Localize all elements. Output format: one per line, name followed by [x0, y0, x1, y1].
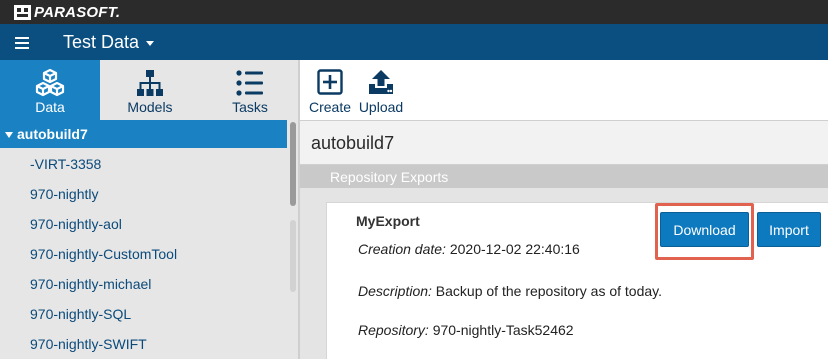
- app-header: Test Data: [0, 24, 828, 60]
- tree-root-item[interactable]: autobuild7: [0, 120, 287, 148]
- list-icon: [236, 70, 263, 96]
- hamburger-menu-icon[interactable]: [15, 37, 29, 49]
- cubes-icon: [35, 68, 65, 97]
- tree-item[interactable]: -VIRT-3358: [30, 149, 280, 179]
- tree-item[interactable]: 970-nightly-SWIFT: [30, 329, 280, 359]
- tab-tasks[interactable]: Tasks: [200, 60, 300, 120]
- hierarchy-icon: [137, 70, 163, 96]
- description-value: Backup of the repository as of today.: [431, 283, 663, 299]
- upload-button[interactable]: Upload: [355, 60, 407, 120]
- tab-tasks-label: Tasks: [232, 99, 268, 115]
- create-button[interactable]: Create: [305, 60, 355, 120]
- caret-down-icon: [5, 132, 13, 138]
- tree-scrollbar-track-segment: [290, 220, 296, 292]
- import-button[interactable]: Import: [757, 212, 821, 247]
- repository-label: Repository:: [358, 322, 429, 338]
- toolbar: Create Upload: [300, 60, 828, 120]
- parasoft-logo: PARASOFT.: [14, 3, 120, 21]
- app-switcher[interactable]: Test Data: [63, 31, 155, 53]
- creation-date-value: 2020-12-02 22:40:16: [445, 241, 580, 257]
- description: Description: Backup of the repository as…: [358, 283, 662, 299]
- brand-bar: PARASOFT.: [0, 0, 828, 24]
- creation-date: Creation date: 2020-12-02 22:40:16: [358, 241, 580, 257]
- upload-icon: [369, 70, 393, 94]
- repository: Repository: 970-nightly-Task52462: [358, 322, 574, 338]
- tree-item[interactable]: 970-nightly-CustomTool: [30, 239, 280, 269]
- tab-data-label: Data: [35, 99, 65, 115]
- nav-tabs: Data Models Tasks: [0, 60, 300, 120]
- description-label: Description:: [358, 283, 432, 299]
- tab-models-label: Models: [127, 99, 173, 115]
- tree-item[interactable]: 970-nightly-michael: [30, 269, 280, 299]
- page-title: autobuild7: [311, 133, 395, 153]
- parasoft-logo-icon: [14, 4, 31, 20]
- main-title-bar: autobuild7: [300, 120, 828, 165]
- tree-item[interactable]: 970-nightly-aol: [30, 209, 280, 239]
- upload-label: Upload: [358, 99, 404, 115]
- tree-scrollbar[interactable]: [288, 120, 298, 359]
- app-title: Test Data: [63, 32, 140, 52]
- create-label: Create: [308, 99, 352, 115]
- creation-date-label: Creation date:: [358, 241, 446, 257]
- tree-scrollbar-thumb[interactable]: [290, 122, 296, 206]
- export-name: MyExport: [356, 213, 420, 229]
- tab-data[interactable]: Data: [0, 60, 100, 120]
- tree-root-label: autobuild7: [17, 126, 88, 142]
- tab-models[interactable]: Models: [100, 60, 200, 120]
- repository-value: 970-nightly-Task52462: [428, 322, 574, 338]
- brand-name: PARASOFT.: [34, 3, 121, 21]
- section-header: Repository Exports: [300, 165, 828, 188]
- chevron-down-icon: [146, 40, 155, 46]
- download-highlight-box: [655, 203, 754, 260]
- tree-item[interactable]: 970-nightly: [30, 179, 280, 209]
- tree-item[interactable]: 970-nightly-SQL: [30, 299, 280, 329]
- repository-tree: autobuild7 -VIRT-3358 970-nightly 970-ni…: [0, 120, 298, 359]
- plus-square-icon: [317, 69, 343, 95]
- section-header-label: Repository Exports: [330, 169, 449, 185]
